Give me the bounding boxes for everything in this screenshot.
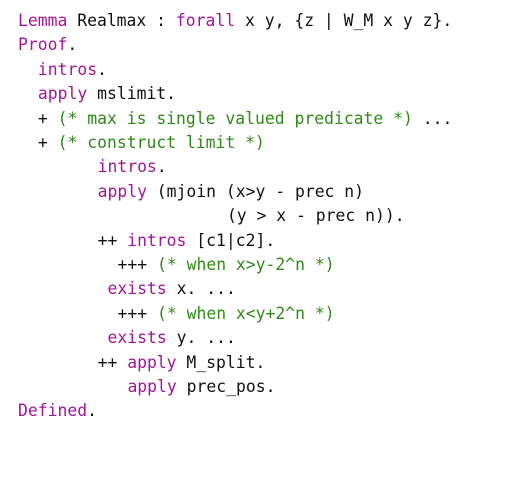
- code-token: .: [156, 157, 167, 177]
- keyword-token: apply: [127, 352, 177, 372]
- keyword-token: forall: [175, 11, 236, 30]
- code-token: +: [37, 133, 58, 152]
- code-token: .: [97, 59, 107, 79]
- code-line: Defined.: [18, 399, 97, 423]
- code-line: ++ apply M_split.: [98, 351, 266, 375]
- code-token: .: [87, 401, 97, 421]
- code-token: x. ...: [166, 279, 236, 299]
- code-line: Lemma Realmax : forall x y, {z | W_M x y…: [18, 9, 452, 33]
- code-listing: Lemma Realmax : forall x y, {z | W_M x y…: [0, 0, 531, 482]
- code-token: +++: [117, 255, 157, 274]
- code-line: apply prec_pos.: [127, 375, 275, 399]
- keyword-token: apply: [37, 84, 88, 104]
- code-line: intros.: [98, 155, 167, 179]
- code-line: apply (mjoin (x>y - prec n): [98, 180, 364, 204]
- code-line: + (* construct limit *): [38, 131, 265, 155]
- code-token: ++: [97, 230, 128, 250]
- keyword-token: intros: [37, 59, 98, 79]
- code-token: Realmax :: [67, 11, 176, 30]
- keyword-token: apply: [127, 377, 177, 396]
- keyword-token: intros: [97, 157, 157, 177]
- code-line: exists y. ...: [108, 326, 236, 350]
- keyword-token: Proof: [18, 35, 68, 55]
- code-token: y. ...: [166, 328, 236, 348]
- keyword-token: Lemma: [18, 11, 68, 30]
- code-token: (mjoin (x>y - prec n): [146, 181, 365, 201]
- comment-token: (* when x>y-2^n *): [156, 255, 335, 274]
- code-line: intros.: [38, 58, 107, 82]
- code-line: exists x. ...: [108, 277, 236, 301]
- keyword-token: Defined: [18, 401, 88, 421]
- code-token: [c1|c2].: [186, 230, 276, 250]
- code-token: ++: [97, 352, 128, 372]
- code-token: .: [67, 35, 78, 55]
- comment-token: (* max is single valued predicate *): [57, 108, 413, 128]
- code-token: M_split.: [176, 352, 266, 372]
- code-line: + (* max is single valued predicate *) .…: [38, 107, 452, 131]
- comment-token: (* construct limit *): [57, 133, 265, 152]
- keyword-token: intros: [127, 230, 187, 250]
- code-line: ++ intros [c1|c2].: [98, 229, 276, 253]
- keyword-token: exists: [107, 328, 167, 348]
- code-token: x y, {z | W_M x y z}.: [235, 11, 453, 30]
- code-line: (y > x - prec n)).: [227, 204, 405, 228]
- code-token: ...: [412, 108, 453, 128]
- code-token: (y > x - prec n)).: [226, 206, 405, 226]
- keyword-token: exists: [107, 279, 167, 299]
- keyword-token: apply: [97, 181, 147, 201]
- code-line: +++ (* when x<y+2^n *): [118, 302, 335, 326]
- code-line: Proof.: [18, 33, 77, 57]
- code-token: prec_pos.: [176, 377, 276, 396]
- comment-token: (* when x<y+2^n *): [156, 303, 335, 323]
- code-token: mslimit.: [87, 84, 177, 104]
- code-token: +: [37, 108, 58, 128]
- code-line: apply mslimit.: [38, 82, 176, 106]
- code-token: +++: [117, 303, 157, 323]
- code-line: +++ (* when x>y-2^n *): [118, 253, 335, 277]
